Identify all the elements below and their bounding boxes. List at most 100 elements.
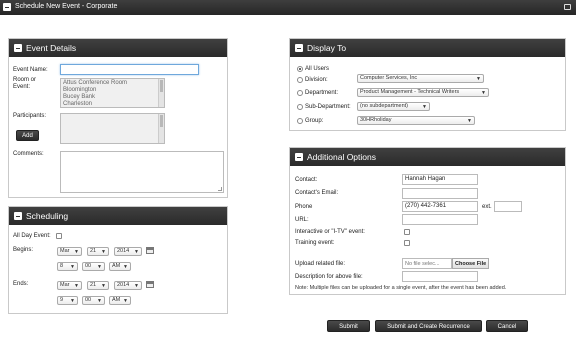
training-label: Training event:	[295, 240, 335, 246]
all-day-checkbox[interactable]	[56, 233, 62, 239]
begins-day-select[interactable]: 21 ▼	[87, 247, 109, 256]
window-titlebar: Schedule New Event - Corporate	[0, 0, 576, 15]
collapse-icon[interactable]	[295, 44, 303, 52]
begins-hour-value: 8	[60, 263, 64, 269]
scheduling-header: Scheduling	[9, 207, 227, 225]
chevron-down-icon: ▼	[481, 90, 486, 96]
choose-file-button[interactable]: Choose File	[452, 258, 489, 269]
collapse-icon[interactable]	[14, 212, 22, 220]
display-to-header: Display To	[290, 39, 565, 57]
begins-ampm-select[interactable]: AM ▼	[109, 262, 131, 271]
contact-input[interactable]: Hannah Hagan	[402, 174, 478, 185]
group-value: 30HRholiday	[360, 117, 392, 123]
upload-label: Upload related file:	[295, 261, 346, 267]
department-value: Product Management - Technical Writers	[360, 89, 460, 95]
ends-month-select[interactable]: Mar ▼	[57, 281, 82, 290]
description-label: Description for above file:	[295, 274, 363, 280]
chevron-down-icon: ▼	[476, 76, 481, 82]
chevron-down-icon: ▼	[467, 118, 472, 124]
ends-hour-value: 9	[60, 297, 64, 303]
department-label: Department:	[305, 90, 339, 96]
ends-year-select[interactable]: 2014 ▼	[114, 281, 142, 290]
participants-scrollbar[interactable]	[158, 114, 164, 143]
chevron-down-icon: ▼	[97, 298, 102, 304]
ends-day-value: 21	[90, 282, 97, 288]
division-radio[interactable]	[297, 77, 303, 83]
printer-icon[interactable]	[564, 4, 571, 10]
chevron-down-icon: ▼	[123, 298, 128, 304]
subdepartment-radio[interactable]	[297, 104, 303, 110]
event-name-input[interactable]	[60, 64, 199, 75]
ends-hour-select[interactable]: 9 ▼	[57, 296, 78, 305]
chevron-down-icon: ▼	[74, 249, 79, 255]
division-value: Computer Services, Inc	[360, 75, 418, 81]
division-select[interactable]: Computer Services, Inc ▼	[357, 74, 484, 83]
itv-label: Interactive or "I-TV" event:	[295, 229, 365, 235]
comments-textarea[interactable]	[60, 151, 224, 193]
room-option[interactable]: Charleston	[63, 101, 162, 107]
submit-recurrence-button[interactable]: Submit and Create Recurrence	[375, 320, 482, 332]
begins-month-select[interactable]: Mar ▼	[57, 247, 82, 256]
chevron-down-icon: ▼	[74, 283, 79, 289]
subdepartment-label: Sub-Department:	[305, 104, 351, 110]
room-option[interactable]: Attus Conference Room	[63, 80, 162, 87]
room-scrollbar[interactable]	[158, 79, 164, 107]
ends-label: Ends:	[13, 281, 29, 287]
description-input[interactable]	[402, 271, 478, 282]
collapse-icon[interactable]	[295, 153, 303, 161]
subdepartment-select[interactable]: (no subdepartment) ▼	[357, 102, 430, 111]
room-option[interactable]: Bucey Bank	[63, 94, 162, 101]
department-radio[interactable]	[297, 90, 303, 96]
ends-month-value: Mar	[60, 282, 70, 288]
event-details-panel: Event Details Event Name: Room or Event:…	[8, 38, 228, 198]
ends-ampm-value: AM	[112, 297, 121, 303]
chevron-down-icon: ▼	[101, 283, 106, 289]
collapse-icon[interactable]	[14, 44, 22, 52]
calendar-icon[interactable]	[146, 247, 154, 254]
phone-input[interactable]: (270) 442-7361	[402, 201, 478, 212]
training-checkbox[interactable]	[404, 240, 410, 246]
itv-checkbox[interactable]	[404, 229, 410, 235]
ends-day-select[interactable]: 21 ▼	[87, 281, 109, 290]
submit-button[interactable]: Submit	[327, 320, 370, 332]
room-listbox[interactable]: Attus Conference Room Bloomington Bucey …	[60, 78, 165, 108]
begins-ampm-value: AM	[112, 263, 121, 269]
chevron-down-icon: ▼	[422, 104, 427, 110]
begins-minute-value: 00	[85, 263, 92, 269]
calendar-icon[interactable]	[146, 281, 154, 288]
resize-grip-icon[interactable]	[218, 187, 222, 191]
display-to-panel: Display To All Users Division: Computer …	[289, 38, 566, 131]
url-input[interactable]	[402, 214, 478, 225]
cancel-button[interactable]: Cancel	[486, 320, 528, 332]
contact-email-input[interactable]	[402, 188, 478, 199]
begins-month-value: Mar	[60, 248, 70, 254]
ends-minute-select[interactable]: 00 ▼	[82, 296, 105, 305]
additional-options-header: Additional Options	[290, 148, 565, 166]
participants-label: Participants:	[13, 113, 47, 119]
ext-input[interactable]	[494, 201, 522, 212]
begins-year-select[interactable]: 2014 ▼	[114, 247, 142, 256]
begins-hour-select[interactable]: 8 ▼	[57, 262, 78, 271]
event-details-header: Event Details	[9, 39, 227, 57]
collapse-icon[interactable]	[3, 3, 11, 11]
all-users-radio[interactable]	[297, 66, 303, 72]
file-name-box: No file selec...	[402, 258, 452, 269]
department-select[interactable]: Product Management - Technical Writers ▼	[357, 88, 489, 97]
group-select[interactable]: 30HRholiday ▼	[357, 116, 475, 125]
chevron-down-icon: ▼	[101, 249, 106, 255]
contact-email-label: Contact's Email:	[295, 190, 339, 196]
chevron-down-icon: ▼	[70, 298, 75, 304]
url-label: URL:	[295, 217, 309, 223]
participants-box[interactable]	[60, 113, 165, 144]
ends-ampm-select[interactable]: AM ▼	[109, 296, 131, 305]
subdepartment-value: (no subdepartment)	[360, 103, 408, 109]
begins-minute-select[interactable]: 00 ▼	[82, 262, 105, 271]
phone-label: Phone	[295, 204, 313, 210]
chevron-down-icon: ▼	[123, 264, 128, 270]
group-radio[interactable]	[297, 118, 303, 124]
all-day-label: All Day Event:	[13, 233, 51, 239]
event-name-label: Event Name:	[13, 67, 48, 73]
add-participant-button[interactable]: Add	[16, 130, 39, 141]
upload-note: Note: Multiple files can be uploaded for…	[295, 285, 507, 291]
room-option[interactable]: Bloomington	[63, 87, 162, 94]
